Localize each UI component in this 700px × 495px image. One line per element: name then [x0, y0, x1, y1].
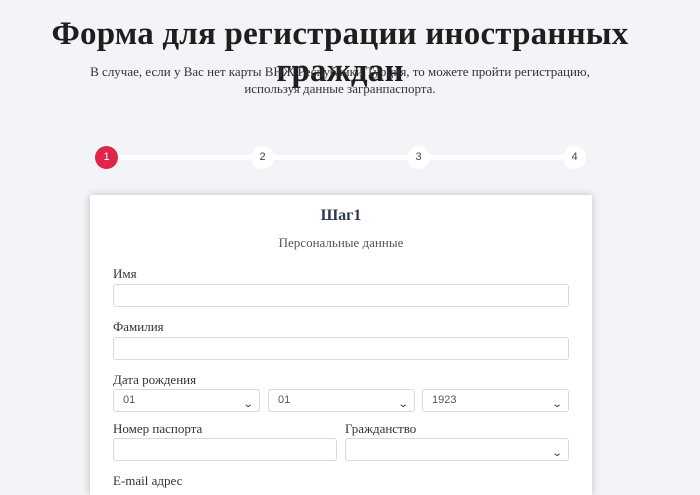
- step-2[interactable]: 2: [251, 146, 274, 169]
- birth-day-select[interactable]: 01 ⌄: [113, 389, 260, 412]
- chevron-down-icon: ⌄: [397, 399, 409, 410]
- first-name-input[interactable]: [113, 284, 569, 307]
- step-1[interactable]: 1: [95, 146, 118, 169]
- page-subtitle: В случае, если у Вас нет карты ВНЖ Респу…: [0, 63, 680, 97]
- step-title: Шаг1: [320, 207, 362, 224]
- step-subtitle: Персональные данные: [278, 235, 404, 250]
- passport-input[interactable]: [113, 438, 337, 461]
- citizenship-select[interactable]: ⌄: [345, 438, 569, 461]
- citizenship-label: Гражданство: [345, 421, 417, 436]
- subtitle-line-1: В случае, если у Вас нет карты ВНЖ Респу…: [90, 64, 590, 79]
- birth-date-label: Дата рождения: [113, 372, 197, 387]
- registration-form-card: Шаг1 Персональные данные Имя Фамилия Дат…: [90, 195, 592, 495]
- passport-label: Номер паспорта: [113, 421, 203, 436]
- step-4[interactable]: 4: [563, 146, 586, 169]
- chevron-down-icon: ⌄: [551, 448, 563, 459]
- stepper-track: [106, 155, 574, 160]
- birth-day-value: 01: [123, 394, 136, 406]
- chevron-down-icon: ⌄: [242, 399, 254, 410]
- step-3[interactable]: 3: [407, 146, 430, 169]
- birth-year-value: 1923: [432, 394, 457, 406]
- birth-month-value: 01: [278, 394, 291, 406]
- subtitle-line-2: используя данные загранпаспорта.: [244, 81, 436, 96]
- chevron-down-icon: ⌄: [551, 399, 563, 410]
- birth-month-select[interactable]: 01 ⌄: [268, 389, 415, 412]
- email-label: E-mail адрес: [113, 473, 183, 488]
- last-name-label: Фамилия: [113, 319, 164, 334]
- birth-year-select[interactable]: 1923 ⌄: [422, 389, 569, 412]
- first-name-label: Имя: [113, 266, 137, 281]
- last-name-input[interactable]: [113, 337, 569, 360]
